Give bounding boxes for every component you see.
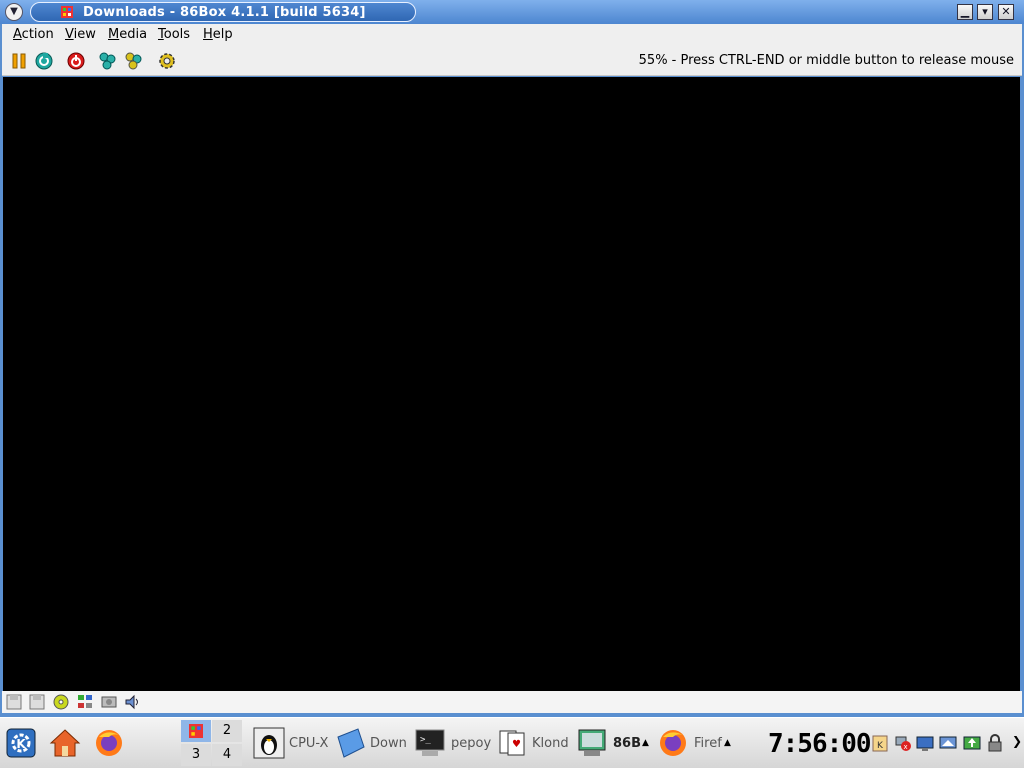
menu-view-mnemonic: V: [65, 27, 74, 42]
menu-help-label: elp: [212, 27, 233, 42]
minimize-button[interactable]: ▁: [957, 4, 973, 20]
reset-icon[interactable]: [35, 52, 53, 70]
home-icon[interactable]: [49, 727, 81, 759]
close-button[interactable]: ✕: [998, 4, 1014, 20]
menu-action-mnemonic: A: [13, 27, 22, 42]
tux-icon: [253, 727, 285, 759]
maximize-icon: ▾: [982, 5, 988, 18]
network-disconnected-icon[interactable]: x: [894, 734, 912, 752]
task-label: Klond: [532, 736, 569, 751]
firefox-icon: [660, 730, 686, 756]
klipper-icon[interactable]: K: [871, 734, 889, 752]
emulated-display[interactable]: [3, 77, 1020, 691]
menu-view[interactable]: View: [65, 27, 96, 42]
menu-action[interactable]: Action: [13, 27, 54, 42]
cards-icon: ♥: [499, 730, 525, 756]
svg-text:>_: >_: [420, 735, 431, 745]
floppy-b-icon[interactable]: [29, 694, 45, 710]
power-icon[interactable]: [67, 52, 85, 70]
task-group-arrow-icon[interactable]: ▲: [642, 738, 649, 748]
pager-desktop-1[interactable]: [181, 720, 211, 742]
menu-action-label: ction: [21, 27, 54, 42]
floppy-a-icon[interactable]: [6, 694, 22, 710]
title-pill: Downloads - 86Box 4.1.1 [build 5634]: [30, 2, 416, 22]
task-group-arrow-icon[interactable]: ▲: [724, 738, 731, 748]
app-window: ▼ Downloads - 86Box 4.1.1 [build 5634] ▁…: [0, 0, 1024, 717]
svg-text:x: x: [904, 743, 908, 751]
menu-help[interactable]: Help: [203, 27, 233, 42]
hard-disk-icon[interactable]: [101, 694, 117, 710]
mouse-capture-status: 55% - Press CTRL-END or middle button to…: [638, 53, 1014, 68]
ctrl-alt-del-icon[interactable]: [99, 52, 117, 70]
task-label: 86B: [613, 736, 641, 751]
86box-icon: [578, 729, 606, 756]
title-bar[interactable]: ▼ Downloads - 86Box 4.1.1 [build 5634] ▁…: [0, 0, 1024, 24]
pause-icon[interactable]: [10, 52, 28, 70]
minimize-icon: ▁: [960, 5, 970, 18]
close-icon: ✕: [1001, 5, 1011, 18]
maximize-button[interactable]: ▾: [977, 4, 993, 20]
monitor-icon[interactable]: [939, 734, 957, 752]
firefox-icon[interactable]: [93, 727, 125, 759]
menu-media-mnemonic: M: [108, 27, 120, 42]
display-settings-icon[interactable]: [916, 734, 934, 752]
86box-icon: [189, 724, 203, 738]
network-icon[interactable]: [77, 694, 93, 710]
menu-view-label: iew: [73, 27, 96, 42]
ctrl-alt-esc-icon[interactable]: [125, 52, 143, 70]
task-label: Firef: [694, 736, 722, 751]
pager-desktop-2[interactable]: 2: [212, 720, 242, 742]
lock-icon[interactable]: [986, 734, 1004, 752]
svg-text:♥: ♥: [512, 739, 521, 750]
update-icon[interactable]: [963, 734, 981, 752]
taskbar: K 2 3 4 CPU-X Down >_ pepoy ♥ Klond 86B …: [0, 717, 1024, 768]
task-label: pepoy: [451, 736, 491, 751]
task-label: Down: [370, 736, 407, 751]
menu-media[interactable]: Media: [108, 27, 147, 42]
menu-tools[interactable]: Tools: [158, 27, 190, 42]
86box-icon: [61, 6, 73, 18]
window-title: Downloads - 86Box 4.1.1 [build 5634]: [83, 5, 366, 20]
tray-expand-icon[interactable]: ❯: [1012, 734, 1022, 748]
menu-media-label: edia: [119, 27, 148, 42]
folder-icon: [337, 728, 365, 758]
terminal-icon: >_: [415, 729, 445, 756]
digital-clock[interactable]: 7:56:00: [768, 730, 872, 758]
menu-bar: Action View Media Tools Help: [2, 24, 1022, 46]
pager-desktop-3[interactable]: 3: [181, 744, 211, 766]
svg-text:K: K: [16, 737, 26, 751]
settings-icon[interactable]: [158, 52, 176, 70]
kde-menu-icon[interactable]: K: [5, 727, 37, 759]
status-bar: [2, 691, 1022, 713]
menu-tools-label: ools: [163, 27, 191, 42]
toolbar: 55% - Press CTRL-END or middle button to…: [2, 46, 1022, 76]
menu-help-mnemonic: H: [203, 27, 213, 42]
cdrom-icon[interactable]: [53, 694, 69, 710]
sound-icon[interactable]: [124, 694, 140, 710]
task-label: CPU-X: [289, 736, 329, 751]
pager-desktop-4[interactable]: 4: [212, 744, 242, 766]
window-menu-button[interactable]: ▼: [5, 3, 23, 21]
